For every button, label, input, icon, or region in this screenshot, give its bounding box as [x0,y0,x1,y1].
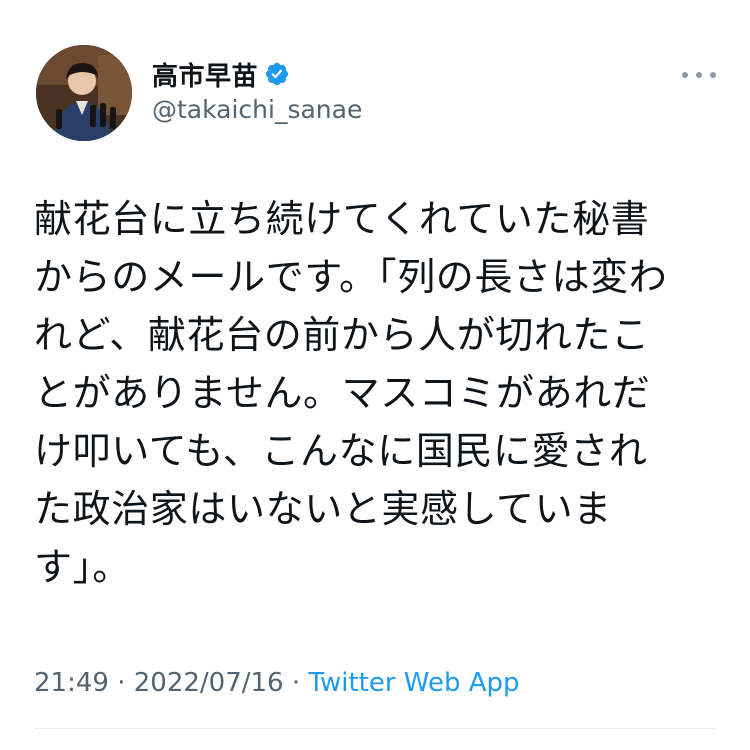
more-dot [710,72,716,78]
tweet-card: 高市早苗 @takaichi_sanae 献花台に立ち続けてくれていた秘書 から… [0,0,750,750]
author-name-row: 高市早苗 [152,56,290,92]
author-display-name[interactable]: 高市早苗 [152,56,258,93]
verified-badge-icon [265,62,289,86]
meta-separator: · [291,668,309,698]
divider [34,728,716,729]
more-dot [696,72,702,78]
tweet-text-line: け叩いても、こんなに国民に愛され [34,429,648,473]
tweet-text-line: からのメールです。「列の長さは変わ [34,255,668,299]
meta-separator: · [117,668,134,698]
author-handle[interactable]: @takaichi_sanae [152,95,362,124]
more-dot [682,72,688,78]
tweet-time[interactable]: 21:49 [34,668,109,698]
tweet-text-line: す」。 [34,545,131,589]
tweet-meta: 21:49 · 2022/07/16 · Twitter Web App [34,668,520,698]
tweet-source-link[interactable]: Twitter Web App [308,668,519,698]
avatar-photo [36,45,132,141]
tweet-text: 献花台に立ち続けてくれていた秘書 からのメールです。「列の長さは変わ れど、献花… [34,190,724,596]
tweet-date[interactable]: 2022/07/16 [134,668,284,698]
tweet-text-line: た政治家はいないと実感していま [34,487,612,531]
tweet-text-line: 献花台に立ち続けてくれていた秘書 [34,197,650,241]
tweet-text-line: とがありません。マスコミがあれだ [34,371,651,415]
tweet-text-line: れど、献花台の前から人が切れたこ [34,313,650,357]
avatar[interactable] [36,45,132,141]
more-options-icon[interactable] [682,70,716,80]
